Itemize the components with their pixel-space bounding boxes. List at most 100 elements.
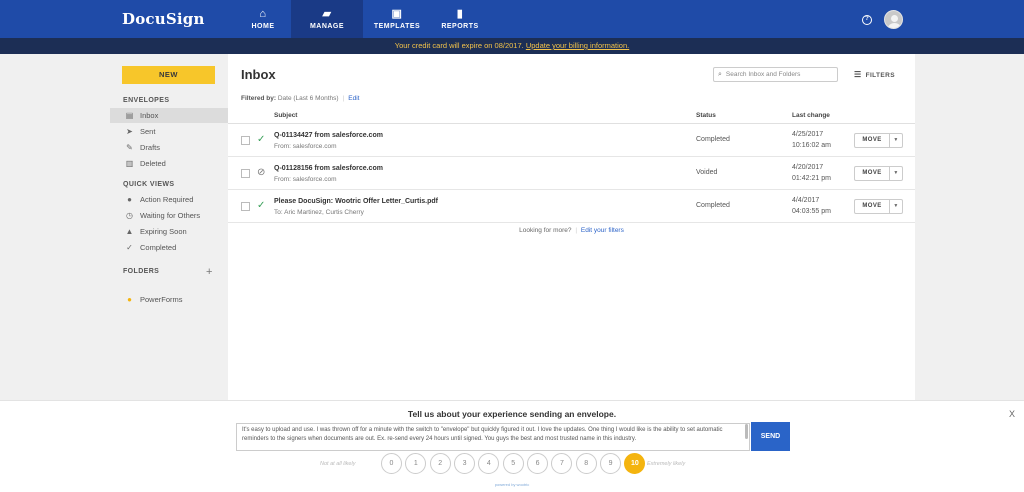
sidebar-item-label: Drafts [140, 143, 161, 152]
row-checkbox[interactable] [241, 169, 250, 178]
last-change-time: 10:16:02 am [792, 142, 831, 149]
nav-label: TEMPLATES [373, 23, 421, 30]
nps-option[interactable]: 1 [405, 453, 427, 474]
nps-option[interactable]: 6 [527, 453, 549, 474]
nps-option[interactable]: 3 [454, 453, 476, 474]
column-status[interactable]: Status [696, 112, 716, 119]
add-folder-plus-icon[interactable]: + [206, 266, 212, 278]
sidebar-item-label: Inbox [140, 111, 159, 120]
right-gutter [915, 54, 1024, 400]
nps-option[interactable]: 2 [429, 453, 451, 474]
textarea-scrollbar[interactable] [745, 424, 748, 439]
send-button[interactable]: SEND [751, 422, 790, 451]
check-icon: ✓ [257, 200, 266, 211]
new-button[interactable]: NEW [122, 66, 215, 84]
nps-option[interactable]: 7 [551, 453, 573, 474]
folder-icon: ▰ [322, 8, 332, 20]
envelope-status: Completed [696, 202, 730, 209]
nps-scale: 0 1 2 3 4 5 6 7 8 9 10 [381, 453, 649, 474]
check-icon: ✓ [257, 134, 266, 145]
move-button[interactable]: MOVE ▼ [854, 133, 903, 148]
last-change-date: 4/25/2017 [792, 131, 824, 138]
sidebar-item-inbox[interactable]: ▤ Inbox [110, 108, 228, 123]
envelope-status: Voided [696, 169, 718, 176]
sidebar-item-label: Expiring Soon [140, 227, 187, 236]
envelope-subject[interactable]: Q-01128156 from salesforce.com [274, 165, 383, 172]
user-avatar[interactable] [884, 10, 903, 29]
move-button[interactable]: MOVE ▼ [854, 166, 903, 181]
sidebar-item-drafts[interactable]: ✎ Drafts [110, 140, 228, 155]
page-title: Inbox [241, 67, 276, 82]
envelope-status: Completed [696, 136, 730, 143]
draft-icon: ✎ [126, 143, 133, 152]
feedback-survey: Tell us about your experience sending an… [0, 400, 1024, 492]
main-nav: ⌂ HOME ▰ MANAGE ▣ TEMPLATES ▮ REPORTS [235, 0, 489, 38]
nps-option[interactable]: 10 [624, 453, 646, 474]
sidebar-item-action-required[interactable]: ● Action Required [110, 192, 228, 207]
chevron-down-icon[interactable]: ▼ [890, 200, 902, 213]
nav-label: REPORTS [441, 23, 479, 30]
filtered-by-label: Filtered by: [241, 95, 277, 102]
filters-icon: ☰ [854, 70, 862, 79]
nav-templates[interactable]: ▣ TEMPLATES [363, 0, 431, 38]
row-checkbox[interactable] [241, 202, 250, 211]
nps-option[interactable]: 5 [502, 453, 524, 474]
more-separator: | [575, 227, 578, 234]
edit-filter-link[interactable]: Edit [348, 95, 359, 102]
folders-heading: FOLDERS [123, 268, 160, 275]
nav-reports[interactable]: ▮ REPORTS [431, 0, 489, 38]
sidebar-item-label: Action Required [140, 195, 194, 204]
last-change-time: 04:03:55 pm [792, 208, 831, 215]
template-icon: ▣ [391, 8, 403, 20]
nps-option[interactable]: 0 [381, 453, 402, 474]
chevron-down-icon[interactable]: ▼ [890, 167, 902, 180]
sidebar-item-completed[interactable]: ✓ Completed [110, 240, 228, 255]
warning-icon: ▲ [125, 227, 134, 236]
column-subject[interactable]: Subject [274, 112, 297, 119]
table-header: Subject Status Last change [228, 106, 915, 124]
move-label: MOVE [855, 134, 890, 147]
sidebar-item-label: Completed [140, 243, 177, 252]
edit-your-filters-link[interactable]: Edit your filters [581, 227, 624, 234]
nps-option[interactable]: 9 [600, 453, 622, 474]
search-icon: ⌕ [718, 70, 722, 78]
last-change-date: 4/4/2017 [792, 197, 820, 204]
powerforms-icon: ● [127, 295, 132, 304]
last-change-date: 4/20/2017 [792, 164, 824, 171]
envelope-from: From: salesforce.com [274, 143, 337, 150]
survey-title: Tell us about your experience sending an… [407, 409, 617, 419]
help-icon[interactable]: ? [862, 15, 872, 25]
inbox-panel: Inbox ⌕ Search Inbox and Folders ☰ FILTER… [228, 54, 915, 400]
table-row[interactable]: ⊘ Q-01128156 from salesforce.com From: sal… [228, 157, 915, 190]
sidebar-item-deleted[interactable]: ▥ Deleted [110, 156, 228, 171]
nav-manage[interactable]: ▰ MANAGE [291, 0, 363, 38]
nps-option[interactable]: 4 [478, 453, 500, 474]
move-label: MOVE [855, 167, 890, 180]
nav-label: HOME [251, 23, 275, 30]
close-icon[interactable]: X [1009, 409, 1015, 419]
alert-circle-icon: ● [127, 195, 132, 204]
move-button[interactable]: MOVE ▼ [854, 199, 903, 214]
sidebar-item-expiring-soon[interactable]: ▲ Expiring Soon [110, 224, 228, 239]
docusign-logo[interactable]: DocuSign [122, 10, 205, 28]
nav-home[interactable]: ⌂ HOME [235, 0, 291, 38]
trash-icon: ▥ [125, 159, 134, 168]
table-row[interactable]: ✓ Please DocuSign: Wootric Offer Letter_C… [228, 190, 915, 223]
table-row[interactable]: ✓ Q-01134427 from salesforce.com From: sal… [228, 124, 915, 157]
search-input[interactable]: ⌕ Search Inbox and Folders [713, 67, 838, 82]
sidebar-item-sent[interactable]: ➤ Sent [110, 124, 228, 139]
sidebar: NEW ENVELOPES ▤ Inbox ➤ Sent ✎ Drafts ▥ Deleted… [0, 54, 228, 400]
update-billing-link[interactable]: Update your billing information. [526, 41, 629, 50]
nps-option[interactable]: 8 [575, 453, 597, 474]
row-checkbox[interactable] [241, 136, 250, 145]
envelope-from: To: Aric Martinez, Curtis Cherry [274, 209, 364, 216]
chevron-down-icon[interactable]: ▼ [890, 134, 902, 147]
powered-by[interactable]: powered by wootric [0, 482, 1024, 487]
filters-button[interactable]: ☰ FILTERS [854, 70, 895, 79]
sidebar-item-waiting-for-others[interactable]: ◷ Waiting for Others [110, 208, 228, 223]
feedback-textarea[interactable]: It's easy to upload and use. I was throw… [236, 423, 750, 451]
column-last-change[interactable]: Last change [792, 112, 830, 119]
envelope-subject[interactable]: Q-01134427 from salesforce.com [274, 132, 383, 139]
envelope-subject[interactable]: Please DocuSign: Wootric Offer Letter_Cu… [274, 198, 438, 205]
sidebar-item-powerforms[interactable]: ● PowerForms [110, 292, 228, 307]
